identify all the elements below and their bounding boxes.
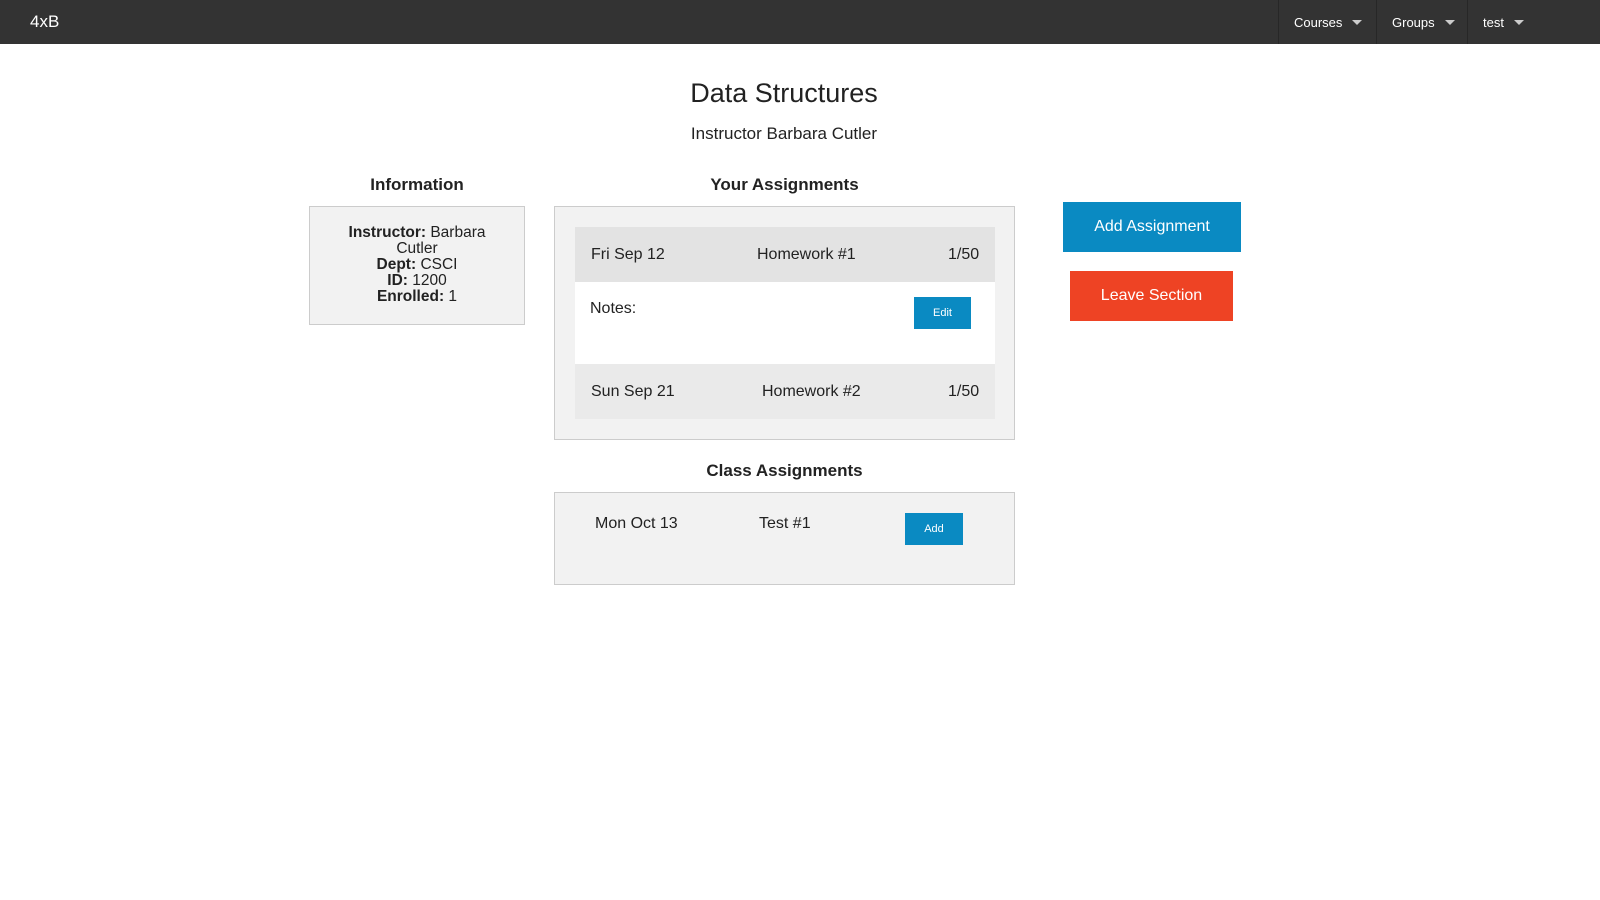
information-body: Instructor: Barbara Cutler Dept: CSCI ID… [330, 225, 504, 305]
assignment-date: Fri Sep 12 [591, 246, 665, 263]
course-title: Data Structures [690, 78, 878, 108]
caret-down-icon [1352, 19, 1363, 25]
class-assignments-heading: Class Assignments [706, 461, 863, 480]
assignment-name: Homework #1 [757, 246, 856, 263]
page-subtitle: Instructor Barbara Cutler [0, 124, 1600, 144]
info-id: ID: 1200 [387, 272, 447, 289]
your-assignments-panel: Fri Sep 12 Homework #1 1/50 Notes: Edit … [554, 206, 1015, 440]
add-class-assignment-button[interactable]: Add [905, 513, 963, 545]
assignment-row[interactable]: Fri Sep 12 Homework #1 1/50 [575, 227, 995, 282]
info-instructor: Instructor: Barbara Cutler [348, 224, 486, 257]
nav-menu: Courses Groups test [1278, 0, 1600, 44]
add-assignment-button[interactable]: Add Assignment [1063, 202, 1241, 252]
assignment-date: Sun Sep 21 [591, 383, 675, 400]
information-heading: Information [370, 175, 464, 194]
caret-down-icon [1444, 19, 1455, 25]
nav-user-dropdown[interactable]: test [1467, 0, 1600, 44]
leave-section-button[interactable]: Leave Section [1070, 271, 1233, 321]
assignment-notes: Notes: Edit [575, 282, 995, 364]
nav-courses-dropdown[interactable]: Courses [1278, 0, 1376, 44]
nav-courses-label: Courses [1294, 14, 1343, 30]
info-enrolled: Enrolled: 1 [376, 288, 458, 305]
page-title: Data Structures [0, 78, 1600, 109]
notes-label: Notes: [590, 300, 637, 317]
your-assignments-heading: Your Assignments [710, 175, 859, 194]
info-dept: Dept: CSCI [376, 256, 458, 273]
class-assignment-date: Mon Oct 13 [595, 515, 678, 532]
class-assignment-row: Mon Oct 13 Test #1 Add [555, 493, 1016, 586]
assignment-score: 1/50 [948, 383, 980, 400]
course-instructor: Instructor Barbara Cutler [690, 124, 878, 143]
class-assignment-name: Test #1 [759, 515, 811, 532]
brand-logo[interactable]: 4xB [30, 0, 59, 44]
nav-groups-label: Groups [1392, 14, 1435, 30]
class-assignments-panel: Mon Oct 13 Test #1 Add [554, 492, 1015, 585]
assignment-score: 1/50 [948, 246, 980, 263]
information-panel: Instructor: Barbara Cutler Dept: CSCI ID… [309, 206, 525, 325]
caret-down-icon [1513, 19, 1524, 25]
nav-user-label: test [1483, 14, 1504, 30]
assignment-row[interactable]: Sun Sep 21 Homework #2 1/50 [575, 364, 995, 419]
top-navbar: 4xB Courses Groups test [0, 0, 1600, 44]
nav-groups-dropdown[interactable]: Groups [1376, 0, 1467, 44]
edit-notes-button[interactable]: Edit [914, 297, 971, 329]
assignment-name: Homework #2 [762, 383, 861, 400]
